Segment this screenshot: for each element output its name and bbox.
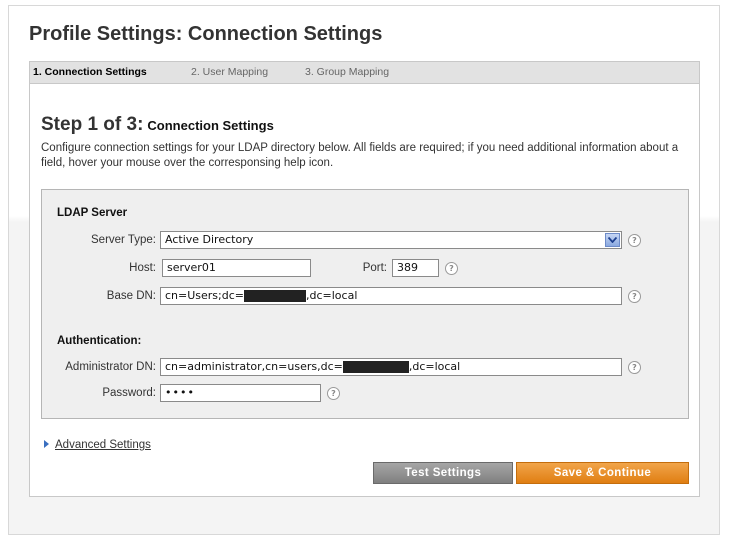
authentication-heading: Authentication:: [57, 335, 142, 347]
base-dn-label: Base DN:: [106, 290, 156, 302]
server-type-value: Active Directory: [165, 233, 254, 246]
redaction-block: [342, 361, 409, 373]
advanced-settings-label[interactable]: Advanced Settings: [55, 439, 151, 451]
advanced-settings-link[interactable]: Advanced Settings: [44, 433, 151, 452]
help-icon[interactable]: ?: [445, 262, 458, 275]
password-label: Password:: [102, 387, 156, 399]
step-description: Configure connection settings for your L…: [41, 142, 679, 169]
port-label: Port:: [362, 262, 387, 274]
admin-dn-input[interactable]: cn=administrator,cn=users,dc= ,dc=local: [160, 358, 622, 376]
ldap-settings-panel: LDAP Server Server Type: Active Director…: [41, 189, 689, 419]
host-input[interactable]: server01: [162, 259, 311, 277]
settings-card: 1. Connection Settings 2. User Mapping 3…: [29, 61, 700, 497]
wizard-tabbar: 1. Connection Settings 2. User Mapping 3…: [30, 62, 699, 84]
help-icon[interactable]: ?: [628, 290, 641, 303]
base-dn-prefix: cn=Users;dc=: [165, 289, 244, 302]
save-continue-button[interactable]: Save & Continue: [516, 462, 689, 484]
help-icon[interactable]: ?: [628, 361, 641, 374]
base-dn-suffix: ,dc=local: [306, 289, 358, 302]
tab-group-mapping[interactable]: 3. Group Mapping: [305, 66, 389, 78]
tab-user-mapping[interactable]: 2. User Mapping: [191, 66, 268, 78]
base-dn-input[interactable]: cn=Users;dc= ,dc=local: [160, 287, 622, 305]
ldap-server-heading: LDAP Server: [57, 207, 128, 219]
port-input[interactable]: 389: [392, 259, 439, 277]
page-title: Profile Settings: Connection Settings: [29, 23, 383, 45]
host-label: Host:: [129, 262, 156, 274]
redaction-block: [244, 290, 306, 302]
admin-dn-prefix: cn=administrator,cn=users,dc=: [165, 360, 343, 373]
triangle-right-icon: [44, 439, 49, 448]
chevron-down-icon[interactable]: [605, 233, 620, 247]
admin-dn-label: Administrator DN:: [65, 361, 156, 373]
test-settings-button[interactable]: Test Settings: [373, 462, 513, 484]
server-type-select[interactable]: Active Directory: [160, 231, 622, 249]
help-icon[interactable]: ?: [628, 234, 641, 247]
step-title: Connection Settings: [147, 118, 274, 133]
tab-connection-settings[interactable]: 1. Connection Settings: [33, 66, 147, 78]
step-heading: Step 1 of 3: Connection Settings: [41, 114, 274, 136]
help-icon[interactable]: ?: [327, 387, 340, 400]
step-number: Step 1 of 3:: [41, 114, 144, 135]
password-input[interactable]: ••••: [160, 384, 321, 402]
server-type-label: Server Type:: [91, 234, 156, 246]
admin-dn-suffix: ,dc=local: [408, 360, 461, 373]
